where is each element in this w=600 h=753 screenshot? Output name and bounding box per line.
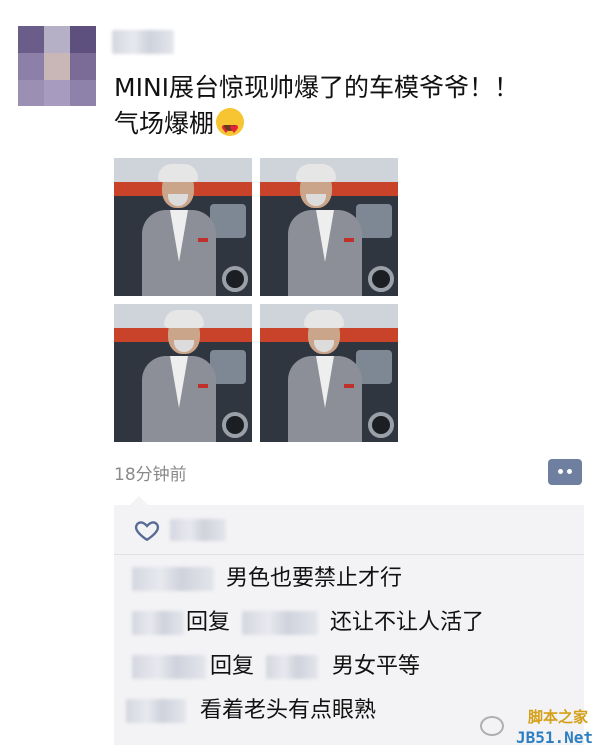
dot-icon <box>567 469 572 474</box>
likes-row <box>114 505 584 555</box>
username-blurred[interactable] <box>112 30 174 54</box>
comment-text: 还让不让人活了 <box>330 610 485 635</box>
avatar-pixel <box>18 26 44 53</box>
photo-thumbnail[interactable] <box>260 158 398 296</box>
commenter-name-blurred[interactable] <box>132 611 184 635</box>
photo-thumbnail[interactable] <box>114 304 252 442</box>
avatar[interactable] <box>18 26 96 106</box>
watermark: 脚本之家 JB51.Net <box>470 704 600 753</box>
reply-label: 回复 <box>186 610 231 635</box>
comment-item: 回复 男女平等 <box>114 645 584 689</box>
post-timestamp: 18分钟前 <box>114 465 187 485</box>
comment-text: 男色也要禁止才行 <box>226 566 403 591</box>
comment-menu-button[interactable] <box>548 459 582 485</box>
watermark-site-name: 脚本之家 <box>528 708 589 726</box>
heart-eyes-emoji-icon <box>216 108 245 148</box>
commenter-name-blurred[interactable] <box>132 655 206 679</box>
post-text-line1: MINI展台惊现帅爆了的车模爷爷！！ <box>114 73 520 102</box>
comment-text: 看着老头有点眼熟 <box>200 698 377 723</box>
watermark-domain: JB51.Net <box>516 728 594 747</box>
commenter-name-blurred[interactable] <box>132 567 214 591</box>
avatar-pixel <box>70 53 96 80</box>
reply-target-blurred[interactable] <box>242 611 318 635</box>
post-text: MINI展台惊现帅爆了的车模爷爷！！ 气场爆棚 <box>114 70 584 148</box>
avatar-pixel <box>44 26 70 53</box>
avatar-pixel <box>18 80 44 106</box>
wechat-logo-icon <box>480 716 504 736</box>
heart-icon <box>134 521 160 542</box>
reply-label: 回复 <box>210 654 255 679</box>
avatar-pixel <box>18 53 44 80</box>
avatar-pixel <box>44 80 70 106</box>
avatar-pixel <box>70 26 96 53</box>
photo-thumbnail[interactable] <box>260 304 398 442</box>
avatar-pixel <box>70 80 96 106</box>
comment-item: 回复 还让不让人活了 <box>114 601 584 645</box>
commenter-name-blurred[interactable] <box>126 699 186 723</box>
post-text-line2: 气场爆棚 <box>114 109 215 138</box>
comment-item: 男色也要禁止才行 <box>114 557 584 601</box>
dot-icon <box>558 469 563 474</box>
reply-target-blurred[interactable] <box>266 655 318 679</box>
photo-thumbnail[interactable] <box>114 158 252 296</box>
comment-text: 男女平等 <box>332 654 421 679</box>
liker-name-blurred[interactable] <box>170 519 226 541</box>
avatar-pixel <box>44 53 70 80</box>
